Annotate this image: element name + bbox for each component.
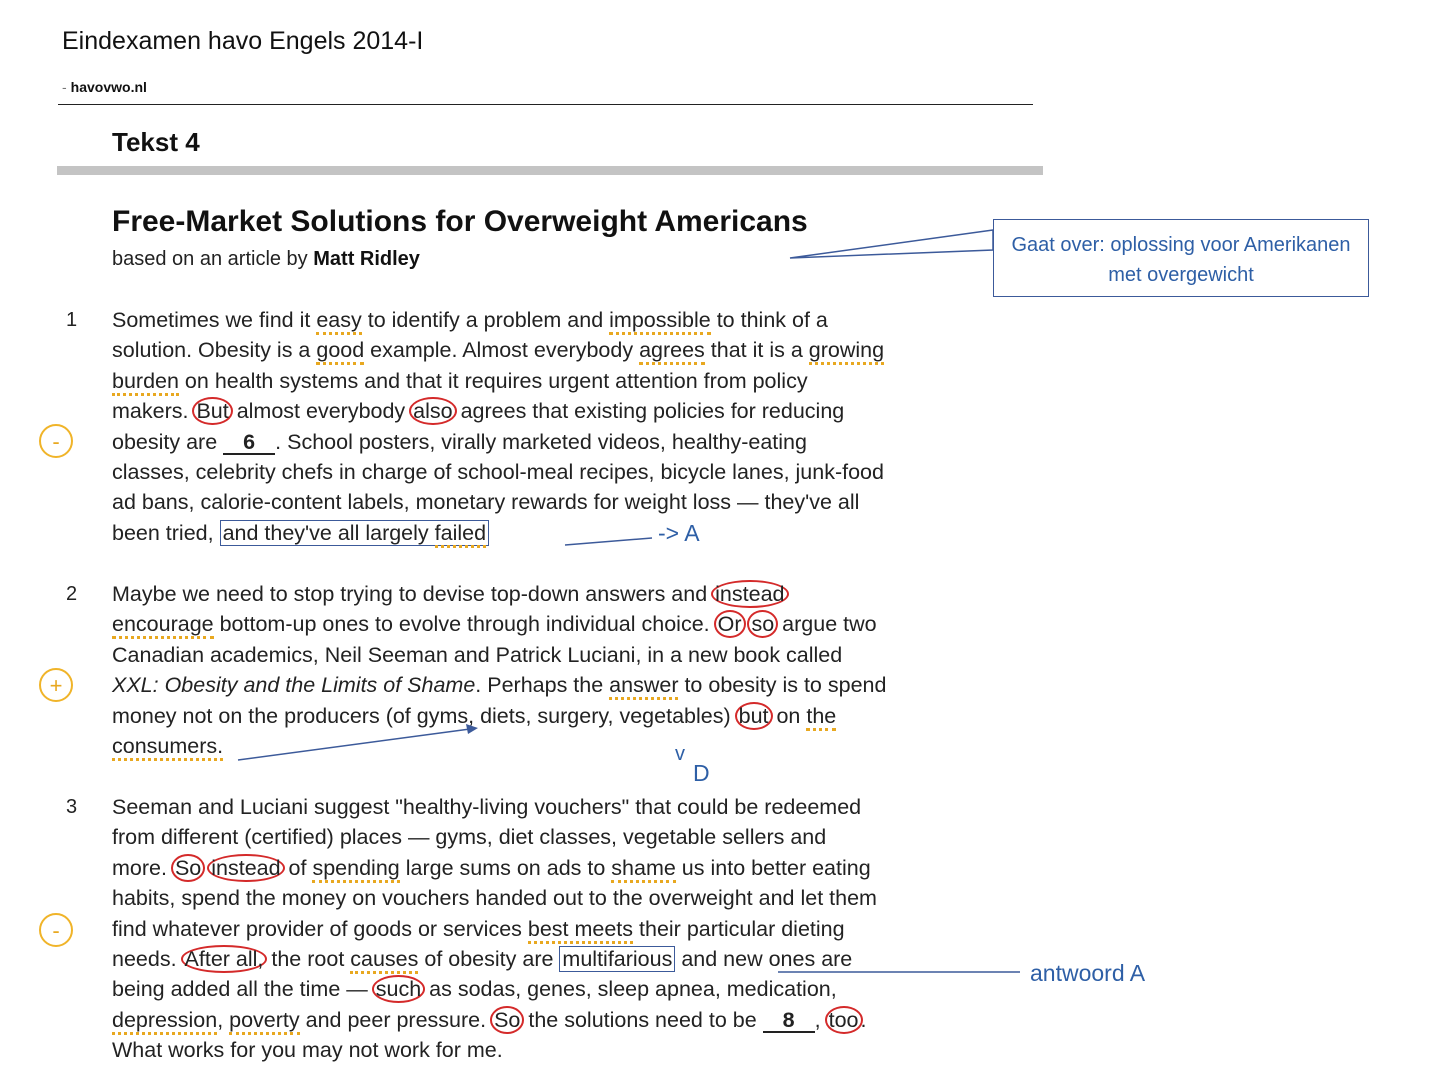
- annotation-lines: [237, 229, 1020, 973]
- connector-arrow-consumers: [237, 728, 471, 761]
- callout-pointer: [789, 229, 994, 259]
- arrowhead: [466, 724, 478, 734]
- connector-line-a: [564, 537, 653, 546]
